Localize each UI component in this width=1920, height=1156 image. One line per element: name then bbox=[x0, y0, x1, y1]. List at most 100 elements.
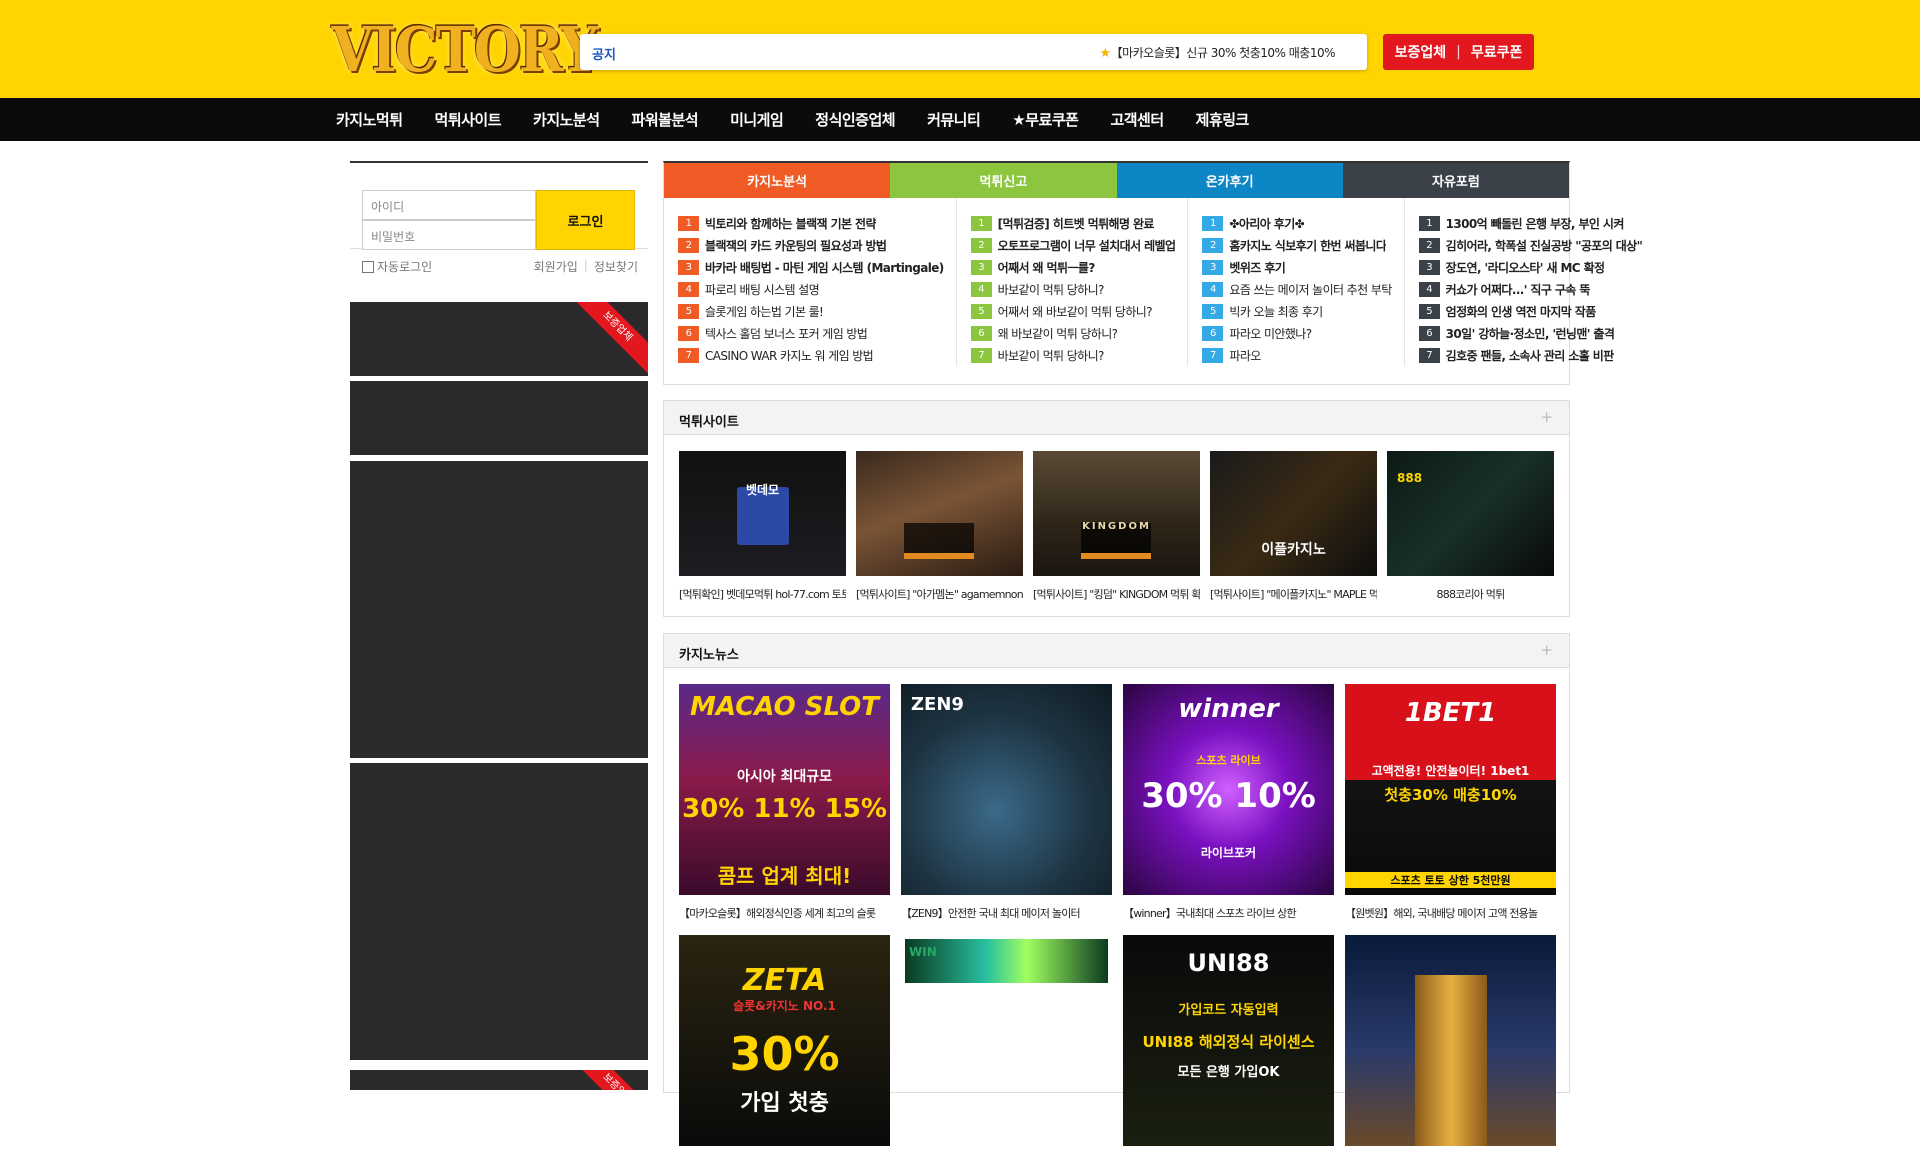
list-item-title[interactable]: 엄정화의 인생 역전 마지막 작품 bbox=[1446, 303, 1596, 320]
list-item-title[interactable]: 벳위즈 후기 bbox=[1229, 259, 1285, 276]
list-item-title[interactable]: 1300억 빼돌린 은행 부장, 부인 시켜 bbox=[1446, 215, 1624, 232]
list-item-title[interactable]: 홈카지노 식보후기 한번 써봅니다 bbox=[1229, 237, 1386, 254]
site-thumb[interactable]: KINGDOM [먹튀사이트] "킹덤" KINGDOM 먹튀 확정 bbox=[1033, 451, 1200, 602]
news-card[interactable]: ZETA 슬롯&카지노 NO.1 30% 가입 첫충 bbox=[679, 935, 890, 1156]
list-item[interactable]: 3 벳위즈 후기 bbox=[1202, 256, 1391, 278]
auto-login[interactable]: 자동로그인 bbox=[362, 258, 432, 275]
list-item[interactable]: 4 바보같이 먹튀 당하니? bbox=[970, 278, 1176, 300]
nav-item[interactable]: 고객센터 bbox=[1110, 109, 1164, 130]
nav-item[interactable]: 카지노분석 bbox=[533, 109, 600, 130]
list-item[interactable]: 1 1300억 빼돌린 은행 부장, 부인 시켜 bbox=[1418, 212, 1643, 234]
news-card[interactable]: winner 스포츠 라이브 30% 10% 라이브포커 【winner】국내최대 스포… bbox=[1123, 684, 1334, 921]
news-card[interactable]: UNI88 가입코드 자동입력 UNI88 해외정식 라이센스 모든 은행 가입OK bbox=[1123, 935, 1334, 1156]
news-image[interactable]: MACAO SLOT 아시아 최대규모 30% 11% 15% 콤프 업계 최대! bbox=[679, 684, 890, 895]
list-item[interactable]: 4 커쇼가 어쩌다...' 직구 구속 뚝 bbox=[1418, 278, 1643, 300]
list-item[interactable]: 6 30일' 강하늘·정소민, '런닝맨' 출격 bbox=[1418, 322, 1643, 344]
thumb-caption[interactable]: [먹튀확인] 벳데모먹튀 hol-77.com 토토사이트 bbox=[679, 586, 846, 602]
thumb-image[interactable]: 888 bbox=[1387, 451, 1554, 576]
news-caption[interactable]: 【winner】국내최대 스포츠 라이브 상한 bbox=[1123, 905, 1334, 921]
notice-ticker[interactable]: 공지 ★【마카오슬롯】신규 30% 첫충10% 매충10% bbox=[580, 34, 1367, 70]
list-item-title[interactable]: 빅카 오늘 최종 후기 bbox=[1229, 303, 1322, 320]
tab-4[interactable]: 자유포럼 bbox=[1342, 163, 1569, 198]
list-item[interactable]: 4 요즘 쓰는 메이저 놀이터 추천 부탁 bbox=[1202, 278, 1392, 300]
list-item-title[interactable]: 요즘 쓰는 메이저 놀이터 추천 부탁 bbox=[1229, 281, 1391, 298]
list-item[interactable]: 6 왜 바보같이 먹튀 당하니? bbox=[970, 322, 1176, 344]
list-item-title[interactable]: [먹튀검증] 히트벳 먹튀해명 완료 bbox=[998, 215, 1154, 232]
list-item-title[interactable]: 장도연, '라디오스타' 새 MC 확정 bbox=[1446, 259, 1605, 276]
thumb-image[interactable] bbox=[856, 451, 1023, 576]
list-item[interactable]: 6 텍사스 홀덤 보너스 포커 게임 방법 bbox=[678, 322, 944, 344]
thumb-image[interactable]: KINGDOM bbox=[1033, 451, 1200, 576]
list-item-title[interactable]: 바보같이 먹튀 당하니? bbox=[998, 281, 1104, 298]
news-card[interactable]: 1BET1 고액전용! 안전놀이터! 1bet1 첫충30% 매충10% 스포츠 토토… bbox=[1345, 684, 1556, 921]
list-item[interactable]: 4 파로리 배팅 시스템 설명 bbox=[678, 278, 944, 300]
site-thumb[interactable]: [먹튀사이트] "아가멤논" agamemnon 먹튀 bbox=[856, 451, 1023, 602]
news-card[interactable]: WIN bbox=[901, 935, 1112, 1156]
thumb-image[interactable]: 벳데모 bbox=[679, 451, 846, 576]
list-item-title[interactable]: 어째서 왜 바보같이 먹튀 당하니? bbox=[998, 303, 1152, 320]
coupon-button[interactable]: 무료쿠폰 bbox=[1471, 42, 1523, 62]
list-item[interactable]: 2 김히어라, 학폭설 진실공방 "공포의 대상" bbox=[1418, 234, 1643, 256]
news-caption[interactable]: 【ZEN9】안전한 국내 최대 메이저 놀이터 bbox=[901, 905, 1112, 921]
news-card[interactable] bbox=[1345, 935, 1556, 1156]
nav-item[interactable]: 카지노먹튀 bbox=[336, 109, 403, 130]
thumb-caption[interactable]: [먹튀사이트] "킹덤" KINGDOM 먹튀 확정 bbox=[1033, 586, 1200, 602]
find-info-link[interactable]: 정보찾기 bbox=[594, 258, 638, 275]
nav-item[interactable]: ★무료쿠폰 bbox=[1012, 109, 1079, 130]
section-title[interactable]: 카지노뉴스 bbox=[679, 644, 739, 663]
auto-login-checkbox[interactable] bbox=[362, 260, 374, 273]
side-banner[interactable] bbox=[350, 461, 648, 758]
list-item[interactable]: 3 장도연, '라디오스타' 새 MC 확정 bbox=[1418, 256, 1643, 278]
list-item[interactable]: 5 빅카 오늘 최종 후기 bbox=[1202, 300, 1391, 322]
news-caption[interactable]: 【원벳원】해외, 국내배당 메이저 고액 전용놀 bbox=[1345, 905, 1556, 921]
list-item-title[interactable]: 30일' 강하늘·정소민, '런닝맨' 출격 bbox=[1446, 325, 1615, 342]
list-item[interactable]: 7 바보같이 먹튀 당하니? bbox=[970, 344, 1176, 366]
thumb-caption[interactable]: 888코리아 먹튀 bbox=[1387, 586, 1554, 602]
thumb-caption[interactable]: [먹튀사이트] "메이플카지노" MAPLE 먹튀 bbox=[1210, 586, 1377, 602]
join-link[interactable]: 회원가입 bbox=[534, 258, 578, 275]
list-item-title[interactable]: 오토프로그램이 너무 설치대서 레벨업 bbox=[998, 237, 1176, 254]
list-item-title[interactable]: 바보같이 먹튀 당하니? bbox=[998, 347, 1104, 364]
list-item-title[interactable]: 파라오 bbox=[1229, 347, 1260, 364]
list-item-title[interactable]: CASINO WAR 카지노 워 게임 방법 bbox=[705, 347, 873, 364]
site-thumb[interactable]: 이플카지노 [먹튀사이트] "메이플카지노" MAPLE 먹튀 bbox=[1210, 451, 1377, 602]
list-item[interactable]: 2 홈카지노 식보후기 한번 써봅니다 bbox=[1202, 234, 1391, 256]
list-item[interactable]: 3 어째서 왜 먹튀ㅡ를? bbox=[970, 256, 1176, 278]
list-item-title[interactable]: 김히어라, 학폭설 진실공방 "공포의 대상" bbox=[1446, 237, 1643, 254]
list-item[interactable]: 5 어째서 왜 바보같이 먹튀 당하니? bbox=[970, 300, 1176, 322]
list-item-title[interactable]: ✤아리아 후기✤ bbox=[1229, 215, 1304, 232]
site-thumb[interactable]: 888 888코리아 먹튀 bbox=[1387, 451, 1554, 602]
list-item-title[interactable]: 블랙잭의 카드 카운팅의 필요성과 방법 bbox=[705, 237, 886, 254]
list-item-title[interactable]: 슬롯게임 하는법 기본 룰! bbox=[705, 303, 823, 320]
news-image[interactable]: winner 스포츠 라이브 30% 10% 라이브포커 bbox=[1123, 684, 1334, 895]
list-item-title[interactable]: 커쇼가 어쩌다...' 직구 구속 뚝 bbox=[1446, 281, 1590, 298]
list-item-title[interactable]: 텍사스 홀덤 보너스 포커 게임 방법 bbox=[705, 325, 867, 342]
list-item-title[interactable]: 어째서 왜 먹튀ㅡ를? bbox=[998, 259, 1095, 276]
list-item-title[interactable]: 바카라 배팅법 - 마틴 게임 시스템 (Martingale) bbox=[705, 259, 944, 276]
news-image[interactable]: 1BET1 고액전용! 안전놀이터! 1bet1 첫충30% 매충10% 스포츠 토토… bbox=[1345, 684, 1556, 895]
list-item[interactable]: 1 ✤아리아 후기✤ bbox=[1202, 212, 1391, 234]
side-banner[interactable]: 보증업체 bbox=[350, 1070, 648, 1090]
password-input[interactable]: 비밀번호 bbox=[362, 220, 536, 250]
list-item-title[interactable]: 파로리 배팅 시스템 설명 bbox=[705, 281, 819, 298]
list-item[interactable]: 1 [먹튀검증] 히트벳 먹튀해명 완료 bbox=[970, 212, 1176, 234]
list-item-title[interactable]: 김호중 팬들, 소속사 관리 소홀 비판 bbox=[1446, 347, 1614, 364]
nav-item[interactable]: 정식인증업체 bbox=[815, 109, 895, 130]
news-image[interactable]: WIN bbox=[901, 935, 1112, 985]
site-logo[interactable]: VICTORY bbox=[331, 4, 598, 94]
list-item[interactable]: 2 블랙잭의 카드 카운팅의 필요성과 방법 bbox=[678, 234, 944, 256]
login-button[interactable]: 로그인 bbox=[536, 190, 635, 250]
side-banner[interactable]: 보증업체 bbox=[350, 302, 648, 376]
list-item[interactable]: 5 엄정화의 인생 역전 마지막 작품 bbox=[1418, 300, 1643, 322]
plus-icon[interactable]: + bbox=[1540, 408, 1553, 426]
thumb-image[interactable]: 이플카지노 bbox=[1210, 451, 1377, 576]
side-banner[interactable] bbox=[350, 763, 648, 1060]
list-item-title[interactable]: 파라오 미안했나? bbox=[1229, 325, 1311, 342]
list-item-title[interactable]: 왜 바보같이 먹튀 당하니? bbox=[998, 325, 1118, 342]
list-item[interactable]: 2 오토프로그램이 너무 설치대서 레벨업 bbox=[970, 234, 1176, 256]
nav-item[interactable]: 파워볼분석 bbox=[632, 109, 699, 130]
nav-item[interactable]: 제휴링크 bbox=[1196, 109, 1250, 130]
news-image[interactable]: UNI88 가입코드 자동입력 UNI88 해외정식 라이센스 모든 은행 가입OK bbox=[1123, 935, 1334, 1146]
username-input[interactable]: 아이디 bbox=[362, 190, 536, 220]
tab-3[interactable]: 온카후기 bbox=[1116, 163, 1343, 198]
